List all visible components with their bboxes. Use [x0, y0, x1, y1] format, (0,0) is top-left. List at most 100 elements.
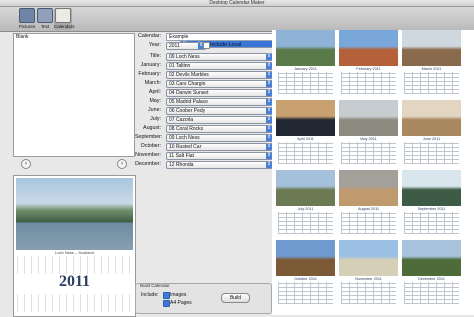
next-button[interactable]: › [117, 159, 127, 169]
month-calendar-page[interactable]: November 2011 [339, 240, 398, 306]
month-day-grid [341, 282, 396, 304]
month-day-grid [341, 212, 396, 234]
calendar-name-field[interactable]: Example [166, 33, 273, 41]
month-value: 05 Madrid Palace [169, 99, 208, 105]
month-photo [276, 170, 335, 206]
year-label: Year: [148, 42, 161, 48]
month-photo [339, 30, 398, 66]
include-local-label: Include Local [210, 42, 242, 48]
month-label: August: [143, 125, 161, 131]
month-calendar-page[interactable]: May 2011 [339, 100, 398, 166]
month-label: June: [148, 107, 161, 113]
month-label: March: [144, 80, 161, 86]
calendar-pages-grid: January 2011 February 2011 March 2011 April… [272, 30, 474, 315]
month-photo [276, 240, 335, 276]
month-photo [339, 170, 398, 206]
month-select[interactable]: 01 Taltinn [166, 62, 274, 70]
month-select[interactable]: 11 Salt Flat [166, 152, 274, 160]
a4-pages-label: A4 Pages [170, 300, 192, 306]
preview-day-grid [17, 256, 132, 274]
month-select[interactable]: 03 Cars Chargin [166, 80, 274, 88]
title-value: 09 Loch Ness [169, 54, 200, 60]
month-photo [402, 240, 461, 276]
images-checkbox[interactable] [163, 292, 170, 299]
calendar-preview: Loch Ness – Scotland 2011 [13, 175, 136, 317]
month-calendar-page[interactable]: December 2011 [402, 240, 461, 306]
month-select[interactable]: 05 Madrid Palace [166, 98, 274, 106]
list-item[interactable]: Blank [14, 34, 134, 40]
month-calendar-page[interactable]: July 2011 [276, 170, 335, 236]
month-select[interactable]: 02 Devils Marbles [166, 71, 274, 79]
month-select[interactable]: 06 Coober Pedy [166, 107, 274, 115]
month-name: March 2011 [421, 67, 442, 71]
month-name: May 2011 [360, 137, 377, 141]
month-label: May: [149, 98, 161, 104]
title-select[interactable]: 09 Loch Ness [166, 53, 274, 61]
month-day-grid [404, 282, 459, 304]
month-value: 07 Cazorla [169, 117, 194, 123]
text-button[interactable]: Text [36, 8, 54, 30]
month-day-grid [341, 142, 396, 164]
month-label: January: [140, 62, 161, 68]
pictures-button[interactable]: Pictures [18, 8, 36, 30]
text-icon [37, 8, 53, 23]
month-value: 09 Loch Ness [169, 135, 200, 141]
month-day-grid [278, 72, 333, 94]
month-day-grid [404, 212, 459, 234]
a4-pages-checkbox[interactable] [163, 300, 170, 307]
month-calendar-page[interactable]: March 2011 [402, 30, 461, 96]
month-photo [402, 100, 461, 136]
calendars-icon [55, 8, 71, 23]
month-name: July 2011 [297, 207, 314, 211]
month-name: January 2011 [294, 67, 317, 71]
window-title: Desktop Calendar Maker [209, 0, 265, 6]
month-day-grid [278, 282, 333, 304]
month-day-grid [404, 72, 459, 94]
month-name: August 2011 [357, 207, 380, 211]
month-name: February 2011 [356, 67, 381, 71]
month-value: 02 Devils Marbles [169, 72, 209, 78]
month-name: December 2011 [418, 277, 445, 281]
year-select[interactable]: 2011 [166, 42, 206, 50]
window-titlebar: Desktop Calendar Maker [0, 0, 474, 7]
calendars-button[interactable]: Calendars [54, 8, 75, 30]
calendar-list[interactable]: Blank Example [13, 33, 288, 157]
month-day-grid [341, 72, 396, 94]
month-value: 08 Coral Rocks [169, 126, 204, 132]
month-label: November: [135, 152, 161, 158]
month-calendar-page[interactable]: February 2011 [339, 30, 398, 96]
month-select[interactable]: 09 Loch Ness [166, 134, 274, 142]
include-local-checkbox[interactable] [203, 42, 210, 49]
month-select[interactable]: 12 Rhonda [166, 161, 274, 169]
month-calendar-page[interactable]: October 2011 [276, 240, 335, 306]
month-name: June 2011 [422, 137, 441, 141]
month-select[interactable]: 10 Rusted Car [166, 143, 274, 151]
month-select[interactable]: 07 Cazorla [166, 116, 274, 124]
title-label: Title: [149, 53, 161, 59]
month-calendar-page[interactable]: September 2011 [402, 170, 461, 236]
month-value: 04 Darwin Sunset [169, 90, 209, 96]
preview-year: 2011 [58, 273, 91, 290]
month-value: 06 Coober Pedy [169, 108, 206, 114]
month-name: November 2011 [355, 277, 382, 281]
text-label: Text [40, 24, 50, 29]
month-day-grid [404, 142, 459, 164]
images-label: Images [170, 292, 187, 298]
month-value: 01 Taltinn [169, 63, 191, 69]
month-select[interactable]: 04 Darwin Sunset [166, 89, 274, 97]
build-button[interactable]: Build [221, 293, 250, 303]
month-value: 10 Rusted Car [169, 144, 202, 150]
month-label: September: [135, 134, 163, 140]
month-calendar-page[interactable]: August 2011 [339, 170, 398, 236]
month-select[interactable]: 08 Coral Rocks [166, 125, 274, 133]
build-calendar-title: Build Calendar [140, 283, 170, 288]
month-photo [339, 240, 398, 276]
month-day-grid [278, 212, 333, 234]
previous-button[interactable]: ‹ [21, 159, 31, 169]
month-calendar-page[interactable]: June 2011 [402, 100, 461, 166]
year-value: 2011 [169, 43, 180, 49]
month-calendar-page[interactable]: April 2011 [276, 100, 335, 166]
preview-day-grid [17, 294, 132, 312]
build-calendar-box: Build Calendar Include: Images A4 Pages … [135, 283, 272, 314]
month-calendar-page[interactable]: January 2011 [276, 30, 335, 96]
